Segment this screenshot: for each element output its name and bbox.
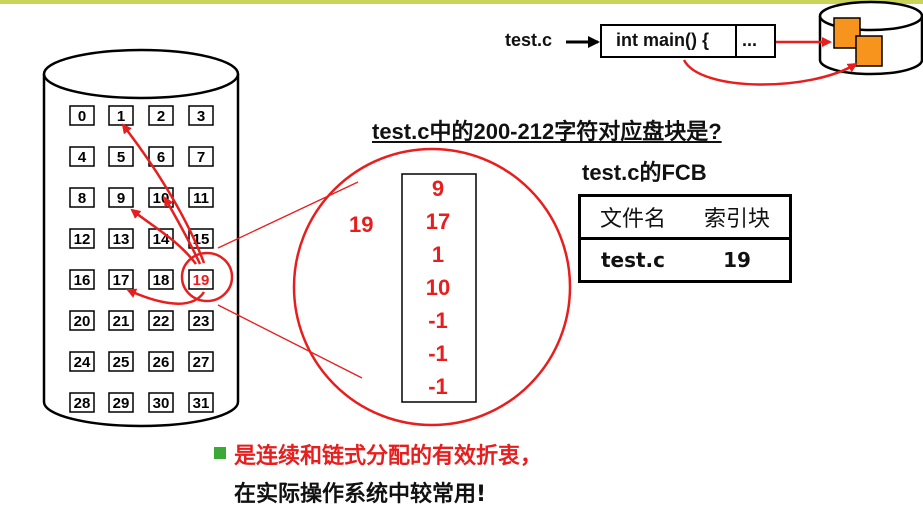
- index-entry: 1: [432, 242, 444, 267]
- index-block-label: 19: [349, 212, 373, 237]
- bullet-line-1: 是连续和链式分配的有效折衷，: [234, 444, 543, 469]
- disk-block-0: 0: [69, 105, 95, 126]
- disk-block-label: 12: [74, 231, 91, 248]
- disk-block-label: 21: [113, 313, 130, 330]
- code-box: int main() { ...: [600, 24, 776, 58]
- disk-block-label: 30: [153, 395, 170, 412]
- disk-block-6: 6: [148, 146, 174, 167]
- bullet-square-icon: [214, 447, 226, 459]
- disk-block-label: 31: [193, 395, 210, 412]
- disk-block-label: 20: [74, 313, 91, 330]
- disk-block-23: 23: [188, 310, 214, 331]
- disk-block-label: 24: [74, 354, 91, 371]
- disk-block-5: 5: [108, 146, 134, 167]
- disk-block-label: 6: [157, 149, 165, 166]
- disk-block-label: 11: [193, 190, 209, 207]
- disk-block-29: 29: [108, 392, 134, 413]
- disk-block-31: 31: [188, 392, 214, 413]
- index-entry: -1: [428, 308, 448, 333]
- disk-block-7: 7: [188, 146, 214, 167]
- disk-block-25: 25: [108, 351, 134, 372]
- disk-block-8: 8: [69, 187, 95, 208]
- file-block-icon: [855, 35, 883, 67]
- disk-block-label: 17: [113, 272, 130, 289]
- index-block-entries: 9 17 1 10 -1 -1 -1: [426, 176, 450, 399]
- disk-block-12: 12: [69, 228, 95, 249]
- disk-block-label: 27: [193, 354, 210, 371]
- disk-block-11: 11: [188, 187, 214, 208]
- file-label: test.c: [505, 30, 553, 50]
- fcb-table: 文件名 索引块 test.c 19: [578, 194, 792, 283]
- disk-block-2: 2: [148, 105, 174, 126]
- small-disk-icon: [818, 0, 923, 76]
- disk-block-label: 16: [74, 272, 91, 289]
- disk-block-27: 27: [188, 351, 214, 372]
- disk-block-label: 14: [153, 231, 170, 248]
- disk-block-label: 9: [117, 190, 125, 207]
- disk-block-label: 10: [153, 190, 170, 207]
- disk-block-label: 28: [74, 395, 91, 412]
- code-text: int main() {: [616, 30, 709, 50]
- disk-block-label: 19: [193, 272, 210, 289]
- disk-block-label: 5: [117, 149, 125, 166]
- code-ellipsis: ...: [742, 30, 758, 50]
- fcb-header-filename: 文件名: [579, 195, 685, 240]
- disk-block-label: 0: [78, 108, 86, 125]
- disk-block-21: 21: [108, 310, 134, 331]
- disk-block-label: 7: [197, 149, 205, 166]
- disk-block-17: 17: [108, 269, 134, 290]
- disk-block-label: 22: [153, 313, 170, 330]
- disk-block-18: 18: [148, 269, 174, 290]
- disk-block-28: 28: [69, 392, 95, 413]
- disk-block-13: 13: [108, 228, 134, 249]
- fcb-data-row: test.c 19: [580, 239, 791, 282]
- fcb-cell-filename: test.c: [600, 248, 666, 272]
- fcb-title: test.c的FCB: [582, 160, 707, 185]
- disk-block-label: 18: [153, 272, 170, 289]
- code-separator: [735, 26, 737, 56]
- disk-block-label: 26: [153, 354, 170, 371]
- disk-block-label: 2: [157, 108, 165, 125]
- index-entry: 9: [432, 176, 444, 201]
- disk-block-label: 25: [113, 354, 130, 371]
- disk-block-label: 8: [78, 190, 86, 207]
- disk-block-26: 26: [148, 351, 174, 372]
- disk-block-22: 22: [148, 310, 174, 331]
- fcb-header-row: 文件名 索引块: [579, 195, 791, 240]
- index-entry: -1: [428, 341, 448, 366]
- question-text: test.c中的200-212字符对应盘块是?: [372, 119, 722, 144]
- disk-block-label: 29: [113, 395, 130, 412]
- disk-block-19: 19: [188, 269, 214, 290]
- fcb-cell-index-block: 19: [723, 248, 751, 272]
- disk-block-label: 4: [78, 149, 87, 166]
- disk-block-label: 1: [117, 108, 125, 125]
- disk-block-3: 3: [188, 105, 214, 126]
- disk-block-label: 3: [197, 108, 205, 125]
- index-entry: 10: [426, 275, 450, 300]
- disk-block-30: 30: [148, 392, 174, 413]
- disk-block-1: 1: [108, 105, 134, 126]
- zoom-lines: [217, 181, 363, 379]
- disk-block-label: 13: [113, 231, 130, 248]
- disk-block-label: 23: [193, 313, 210, 330]
- index-entry: 17: [426, 209, 450, 234]
- disk-block-20: 20: [69, 310, 95, 331]
- index-entry: -1: [428, 374, 448, 399]
- disk-block-24: 24: [69, 351, 95, 372]
- disk-block-4: 4: [69, 146, 95, 167]
- fcb-header-index-block: 索引块: [685, 195, 791, 240]
- disk-block-9: 9: [108, 187, 134, 208]
- bullet-line-2: 在实际操作系统中较常用!: [234, 482, 487, 507]
- disk-block-16: 16: [69, 269, 95, 290]
